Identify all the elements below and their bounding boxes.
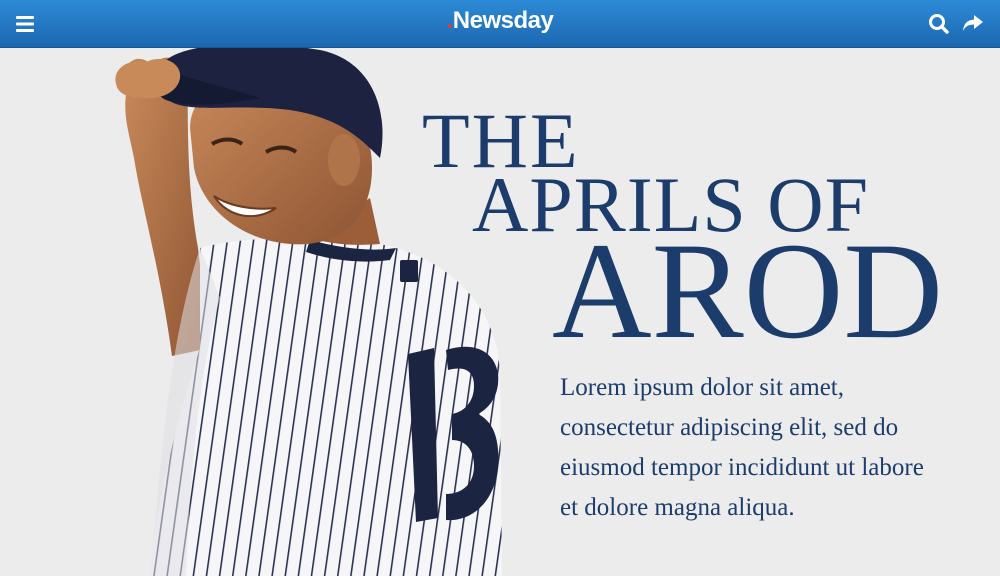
share-arrow-icon <box>963 15 983 31</box>
logo-text: Newsday <box>452 7 554 34</box>
search-button[interactable] <box>926 11 952 37</box>
share-button[interactable] <box>960 11 986 37</box>
newsday-logo[interactable]: .Newsday <box>0 7 1000 35</box>
hero-section: THE APRILS OF AROD Lorem ipsum dolor sit… <box>0 48 1000 576</box>
headline-line-3: AROD <box>552 214 944 367</box>
article-body: Lorem ipsum dolor sit amet, consectetur … <box>560 374 924 521</box>
top-navigation-bar: .Newsday <box>0 0 1000 48</box>
search-icon <box>929 14 949 34</box>
